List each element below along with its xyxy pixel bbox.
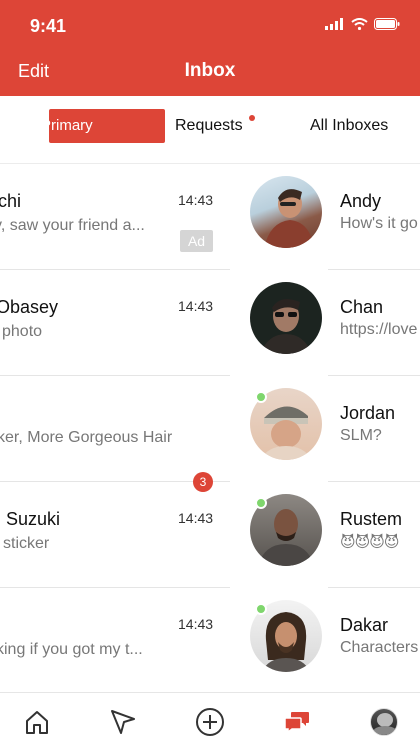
online-indicator <box>255 497 267 509</box>
person-photo <box>264 189 314 248</box>
list-item[interactable]: chi 14:43 y, saw your friend a... <box>0 164 230 270</box>
list-item-ad[interactable]: ker, More Gorgeous Hair <box>0 376 230 482</box>
nav-profile[interactable] <box>369 707 399 737</box>
contact-name: Obasey <box>0 297 59 317</box>
contact-name: Dakar <box>340 615 389 635</box>
chat-bubbles-icon <box>284 712 309 734</box>
message-preview: 😈😈😈😈 <box>340 534 400 551</box>
person-photo <box>260 299 312 354</box>
avatar[interactable] <box>250 282 322 354</box>
avatar[interactable] <box>250 176 322 248</box>
home-icon <box>26 711 48 734</box>
message-preview: king if you got my t... <box>0 641 143 658</box>
unread-count-badge: 3 <box>193 472 213 492</box>
contact-name: Chan <box>340 297 384 317</box>
ad-badge: Ad <box>180 230 213 252</box>
message-preview: photo <box>2 323 43 340</box>
list-item[interactable]: Jordan SLM? <box>328 376 420 482</box>
list-item[interactable]: 14:43 king if you got my t... <box>0 588 230 692</box>
tab-requests[interactable]: Requests <box>175 117 243 135</box>
status-time: 9:41 <box>30 16 67 36</box>
message-preview: y, saw your friend a... <box>0 217 145 234</box>
message-preview: ker, More Gorgeous Hair <box>0 429 173 446</box>
online-indicator <box>255 603 267 615</box>
contact-name: chi <box>0 191 22 211</box>
message-time: 14:43 <box>178 192 214 208</box>
message-preview: SLM? <box>340 427 382 444</box>
list-item[interactable]: Rustem 😈😈😈😈 <box>328 482 420 588</box>
tab-primary-label: Primary <box>49 117 93 134</box>
message-preview: How's it go <box>340 215 418 232</box>
message-time: 14:43 <box>178 616 214 632</box>
add-circle-icon <box>196 708 224 736</box>
contact-name: Rustem <box>340 509 403 529</box>
bottom-nav <box>0 692 420 750</box>
message-preview: sticker <box>3 535 50 552</box>
nav-inbox[interactable] <box>282 707 312 737</box>
list-item[interactable]: Dakar Characters <box>328 588 420 692</box>
online-indicator <box>255 391 267 403</box>
inbox-tabs: Primary Requests All Inboxes <box>0 96 420 164</box>
message-preview: Characters <box>340 639 419 656</box>
contact-name: Suzuki <box>6 509 61 529</box>
message-time: 14:43 <box>178 298 214 314</box>
nav-create[interactable] <box>195 707 225 737</box>
nav-send[interactable] <box>108 707 138 737</box>
tab-primary[interactable]: Primary <box>49 109 165 143</box>
contact-name: Jordan <box>340 403 396 423</box>
list-item[interactable]: Andy How's it go <box>328 164 420 270</box>
profile-avatar <box>370 708 398 736</box>
battery-icon <box>374 18 400 30</box>
contact-name: Andy <box>340 191 382 211</box>
requests-unread-dot <box>249 115 255 121</box>
list-item[interactable]: Obasey 14:43 photo <box>0 270 230 376</box>
page-title: Inbox <box>184 60 236 81</box>
nav-home[interactable] <box>22 707 52 737</box>
message-time: 14:43 <box>178 510 214 526</box>
signal-icon <box>325 18 343 30</box>
list-item[interactable]: Chan https://love <box>328 270 420 376</box>
message-preview: https://love <box>340 321 418 338</box>
tab-all-inboxes[interactable]: All Inboxes <box>310 117 388 135</box>
status-icons <box>325 18 400 30</box>
app-header: 9:41 Edit Inbox <box>0 0 420 96</box>
send-icon <box>111 710 135 734</box>
list-item[interactable]: Suzuki 14:43 sticker <box>0 482 230 588</box>
wifi-icon <box>351 18 368 30</box>
